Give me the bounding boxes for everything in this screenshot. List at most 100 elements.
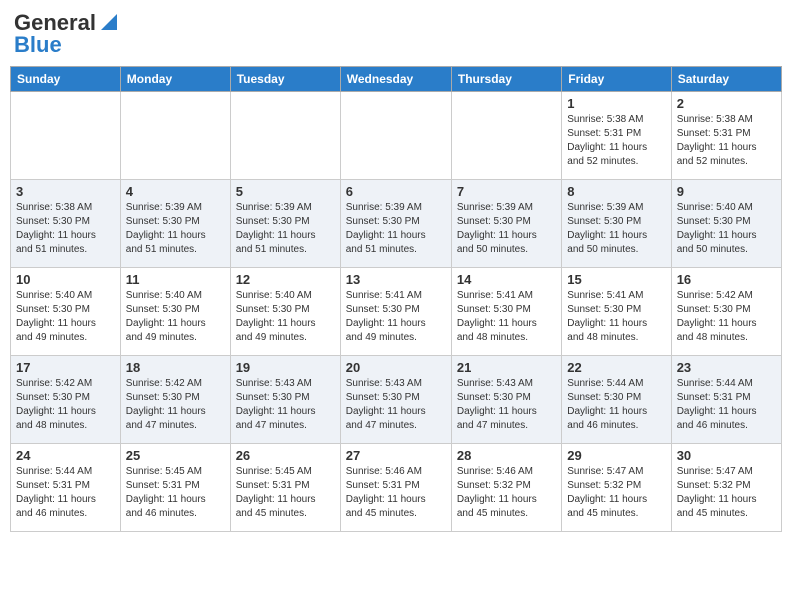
day-number: 18 [126,360,225,375]
calendar-cell [451,92,561,180]
calendar-week-row: 17 Sunrise: 5:42 AM Sunset: 5:30 PM Dayli… [11,356,782,444]
day-number: 11 [126,272,225,287]
day-info: Sunrise: 5:41 AM Sunset: 5:30 PM Dayligh… [457,289,556,345]
calendar-cell: 16Sunrise: 5:42 AM Sunset: 5:30 PM Dayli… [671,268,781,356]
calendar-cell [230,92,340,180]
column-header-saturday: Saturday [671,67,781,92]
day-info: Sunrise: 5:43 AM Sunset: 5:30 PM Dayligh… [457,377,556,433]
day-number: 29 [567,448,665,463]
calendar-cell: 1 Sunrise: 5:38 AM Sunset: 5:31 PM Daylig… [562,92,671,180]
calendar-cell: 10 Sunrise: 5:40 AM Sunset: 5:30 PM Dayli… [11,268,121,356]
logo-triangle-icon [97,12,117,32]
day-number: 26 [236,448,335,463]
day-info: Sunrise: 5:40 AM Sunset: 5:30 PM Dayligh… [126,289,225,345]
calendar-week-row: 3Sunrise: 5:38 AM Sunset: 5:30 PM Daylig… [11,180,782,268]
calendar-header-row: SundayMondayTuesdayWednesdayThursdayFrid… [11,67,782,92]
day-info: Sunrise: 5:45 AM Sunset: 5:31 PM Dayligh… [236,465,335,521]
logo: General Blue [14,10,117,58]
day-info: Sunrise: 5:43 AM Sunset: 5:30 PM Dayligh… [236,377,335,433]
day-info: Sunrise: 5:44 AM Sunset: 5:31 PM Dayligh… [16,465,115,521]
day-info: Sunrise: 5:43 AM Sunset: 5:30 PM Dayligh… [346,377,446,433]
day-number: 28 [457,448,556,463]
day-info: Sunrise: 5:39 AM Sunset: 5:30 PM Dayligh… [346,201,446,257]
day-info: Sunrise: 5:39 AM Sunset: 5:30 PM Dayligh… [457,201,556,257]
calendar-cell: 5 Sunrise: 5:39 AM Sunset: 5:30 PM Daylig… [230,180,340,268]
calendar-cell: 25Sunrise: 5:45 AM Sunset: 5:31 PM Dayli… [120,444,230,532]
calendar-cell: 23 Sunrise: 5:44 AM Sunset: 5:31 PM Dayli… [671,356,781,444]
day-info: Sunrise: 5:39 AM Sunset: 5:30 PM Dayligh… [236,201,335,257]
day-info: Sunrise: 5:40 AM Sunset: 5:30 PM Dayligh… [16,289,115,345]
column-header-tuesday: Tuesday [230,67,340,92]
column-header-monday: Monday [120,67,230,92]
calendar-cell [11,92,121,180]
day-info: Sunrise: 5:38 AM Sunset: 5:31 PM Dayligh… [677,113,776,169]
day-info: Sunrise: 5:42 AM Sunset: 5:30 PM Dayligh… [16,377,115,433]
calendar-cell: 9 Sunrise: 5:40 AM Sunset: 5:30 PM Daylig… [671,180,781,268]
day-number: 22 [567,360,665,375]
calendar-cell: 27 Sunrise: 5:46 AM Sunset: 5:31 PM Dayli… [340,444,451,532]
calendar-cell: 14 Sunrise: 5:41 AM Sunset: 5:30 PM Dayli… [451,268,561,356]
column-header-thursday: Thursday [451,67,561,92]
day-info: Sunrise: 5:44 AM Sunset: 5:30 PM Dayligh… [567,377,665,433]
day-number: 15 [567,272,665,287]
column-header-sunday: Sunday [11,67,121,92]
calendar-cell: 21Sunrise: 5:43 AM Sunset: 5:30 PM Dayli… [451,356,561,444]
day-info: Sunrise: 5:47 AM Sunset: 5:32 PM Dayligh… [567,465,665,521]
day-number: 4 [126,184,225,199]
day-info: Sunrise: 5:38 AM Sunset: 5:31 PM Dayligh… [567,113,665,169]
day-info: Sunrise: 5:42 AM Sunset: 5:30 PM Dayligh… [677,289,776,345]
calendar-week-row: 24 Sunrise: 5:44 AM Sunset: 5:31 PM Dayli… [11,444,782,532]
calendar-cell: 13Sunrise: 5:41 AM Sunset: 5:30 PM Dayli… [340,268,451,356]
calendar-cell [340,92,451,180]
day-number: 9 [677,184,776,199]
day-info: Sunrise: 5:46 AM Sunset: 5:31 PM Dayligh… [346,465,446,521]
calendar-cell: 11 Sunrise: 5:40 AM Sunset: 5:30 PM Dayli… [120,268,230,356]
day-info: Sunrise: 5:40 AM Sunset: 5:30 PM Dayligh… [236,289,335,345]
day-number: 27 [346,448,446,463]
day-number: 19 [236,360,335,375]
day-number: 6 [346,184,446,199]
calendar-cell: 6 Sunrise: 5:39 AM Sunset: 5:30 PM Daylig… [340,180,451,268]
calendar-cell: 22 Sunrise: 5:44 AM Sunset: 5:30 PM Dayli… [562,356,671,444]
day-number: 30 [677,448,776,463]
day-info: Sunrise: 5:42 AM Sunset: 5:30 PM Dayligh… [126,377,225,433]
day-info: Sunrise: 5:39 AM Sunset: 5:30 PM Dayligh… [126,201,225,257]
day-number: 7 [457,184,556,199]
calendar-cell: 7 Sunrise: 5:39 AM Sunset: 5:30 PM Daylig… [451,180,561,268]
day-number: 14 [457,272,556,287]
calendar-cell: 15 Sunrise: 5:41 AM Sunset: 5:30 PM Dayli… [562,268,671,356]
day-info: Sunrise: 5:39 AM Sunset: 5:30 PM Dayligh… [567,201,665,257]
day-info: Sunrise: 5:41 AM Sunset: 5:30 PM Dayligh… [346,289,446,345]
calendar-cell: 4 Sunrise: 5:39 AM Sunset: 5:30 PM Daylig… [120,180,230,268]
column-header-friday: Friday [562,67,671,92]
calendar-cell: 18 Sunrise: 5:42 AM Sunset: 5:30 PM Dayli… [120,356,230,444]
day-number: 1 [567,96,665,111]
day-number: 23 [677,360,776,375]
calendar-cell: 24 Sunrise: 5:44 AM Sunset: 5:31 PM Dayli… [11,444,121,532]
day-number: 2 [677,96,776,111]
calendar-cell: 28 Sunrise: 5:46 AM Sunset: 5:32 PM Dayli… [451,444,561,532]
calendar-cell: 8 Sunrise: 5:39 AM Sunset: 5:30 PM Daylig… [562,180,671,268]
calendar-cell: 12 Sunrise: 5:40 AM Sunset: 5:30 PM Dayli… [230,268,340,356]
day-number: 8 [567,184,665,199]
calendar-week-row: 10 Sunrise: 5:40 AM Sunset: 5:30 PM Dayli… [11,268,782,356]
day-number: 12 [236,272,335,287]
day-info: Sunrise: 5:45 AM Sunset: 5:31 PM Dayligh… [126,465,225,521]
day-info: Sunrise: 5:47 AM Sunset: 5:32 PM Dayligh… [677,465,776,521]
day-info: Sunrise: 5:40 AM Sunset: 5:30 PM Dayligh… [677,201,776,257]
day-number: 20 [346,360,446,375]
day-number: 10 [16,272,115,287]
day-number: 5 [236,184,335,199]
day-info: Sunrise: 5:41 AM Sunset: 5:30 PM Dayligh… [567,289,665,345]
day-number: 17 [16,360,115,375]
calendar-cell: 3Sunrise: 5:38 AM Sunset: 5:30 PM Daylig… [11,180,121,268]
calendar-cell: 19 Sunrise: 5:43 AM Sunset: 5:30 PM Dayli… [230,356,340,444]
calendar-cell: 20 Sunrise: 5:43 AM Sunset: 5:30 PM Dayli… [340,356,451,444]
calendar-cell: 26 Sunrise: 5:45 AM Sunset: 5:31 PM Dayli… [230,444,340,532]
day-number: 3 [16,184,115,199]
page-header: General Blue [10,10,782,58]
day-info: Sunrise: 5:46 AM Sunset: 5:32 PM Dayligh… [457,465,556,521]
day-info: Sunrise: 5:44 AM Sunset: 5:31 PM Dayligh… [677,377,776,433]
day-number: 24 [16,448,115,463]
calendar-cell: 2 Sunrise: 5:38 AM Sunset: 5:31 PM Daylig… [671,92,781,180]
